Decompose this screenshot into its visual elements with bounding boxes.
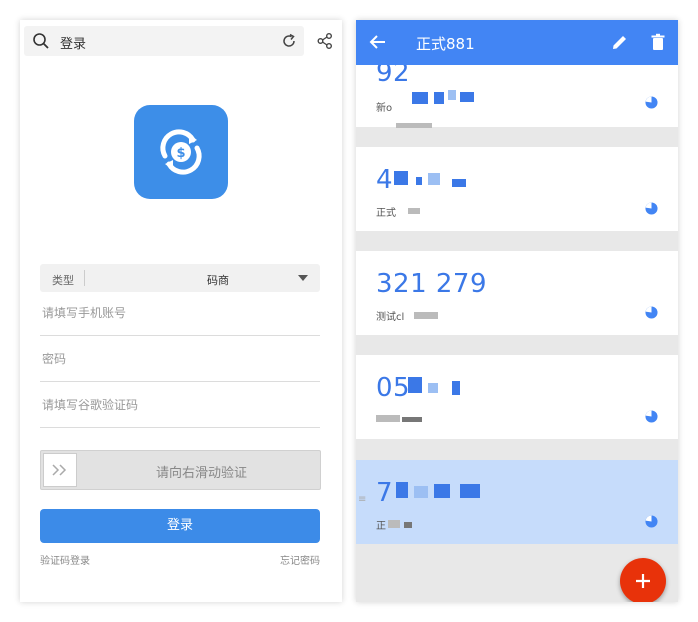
account-name: 正 [376, 521, 386, 532]
redacted-block [452, 381, 460, 395]
forgot-password-link[interactable]: 忘记密码 [280, 552, 320, 567]
app-logo: $ [134, 105, 228, 199]
login-button[interactable]: 登录 [40, 509, 320, 543]
password-field[interactable]: 密码 [40, 338, 320, 382]
redacted-block [434, 92, 444, 104]
svg-text:$: $ [176, 146, 185, 161]
browser-topbar: 登录 [20, 20, 342, 62]
redacted-block [388, 520, 400, 528]
timer-icon [645, 96, 658, 109]
redacted-block [414, 312, 438, 319]
otp-code: 05 [376, 373, 411, 403]
refresh-icon[interactable] [280, 32, 298, 50]
otp-code: 7 [376, 478, 394, 508]
drag-handle-icon[interactable]: ≡ [358, 495, 368, 508]
redacted-block [394, 171, 408, 185]
account-card[interactable]: 321 279 测试cl [356, 251, 678, 335]
pencil-icon[interactable] [610, 32, 630, 52]
login-screen: 登录 $ 类型 码商 请填写手机账号 密码 请填写谷歌验证码 请向右滑动验证 登… [20, 20, 342, 602]
search-icon[interactable] [32, 32, 50, 50]
redacted-block [448, 90, 456, 100]
plus-icon [636, 574, 650, 588]
type-label: 类型 [52, 274, 74, 287]
redacted-block [452, 179, 466, 187]
redacted-block [408, 377, 422, 393]
currency-exchange-icon: $ [160, 129, 202, 175]
app-bar: 正式881 [356, 20, 678, 65]
redacted-block [404, 522, 412, 528]
redacted-block [434, 484, 450, 498]
timer-icon [645, 515, 658, 528]
redacted-block [414, 486, 428, 498]
timer-icon [645, 202, 658, 215]
timer-icon [645, 306, 658, 319]
trash-icon[interactable] [648, 32, 668, 52]
google-code-field[interactable]: 请填写谷歌验证码 [40, 384, 320, 428]
otp-code: 4 [376, 165, 394, 195]
slider-text: 请向右滑动验证 [155, 466, 247, 481]
account-card[interactable]: 05 [356, 355, 678, 439]
chevron-down-icon [298, 275, 308, 281]
page-title: 登录 [60, 37, 87, 52]
back-arrow-icon[interactable] [368, 32, 388, 52]
redacted-block [396, 482, 408, 498]
slider-handle[interactable] [43, 453, 77, 487]
divider [84, 270, 85, 286]
timer-icon [645, 410, 658, 423]
slide-verify[interactable]: 请向右滑动验证 [40, 450, 321, 490]
otp-code: 321 279 [376, 269, 488, 299]
redacted-block [396, 123, 432, 128]
redacted-block [428, 383, 438, 393]
redacted-block [412, 92, 428, 104]
account-name: 正式 [376, 208, 396, 219]
account-name: 测试cl [376, 312, 405, 323]
app-title: 正式881 [416, 35, 475, 53]
account-card-selected[interactable]: 7 正 [356, 460, 678, 544]
double-chevron-right-icon [52, 464, 67, 476]
redacted-block [460, 484, 480, 498]
authenticator-screen: 正式881 92 新o 4 正式 321 279 测试cl 05 7 正 ≡ [356, 20, 678, 602]
phone-field[interactable]: 请填写手机账号 [40, 292, 320, 336]
add-account-button[interactable] [620, 558, 666, 602]
redacted-block [402, 417, 422, 422]
redacted-block [460, 92, 474, 102]
type-select[interactable]: 类型 码商 [40, 264, 320, 292]
account-name: 新o [376, 103, 393, 114]
type-value: 码商 [207, 274, 229, 287]
share-icon[interactable] [316, 32, 334, 50]
redacted-block [416, 177, 422, 185]
account-card[interactable]: 4 正式 [356, 147, 678, 231]
redacted-block [376, 415, 400, 422]
redacted-block [428, 173, 440, 185]
redacted-block [408, 208, 420, 214]
code-login-link[interactable]: 验证码登录 [40, 552, 90, 567]
